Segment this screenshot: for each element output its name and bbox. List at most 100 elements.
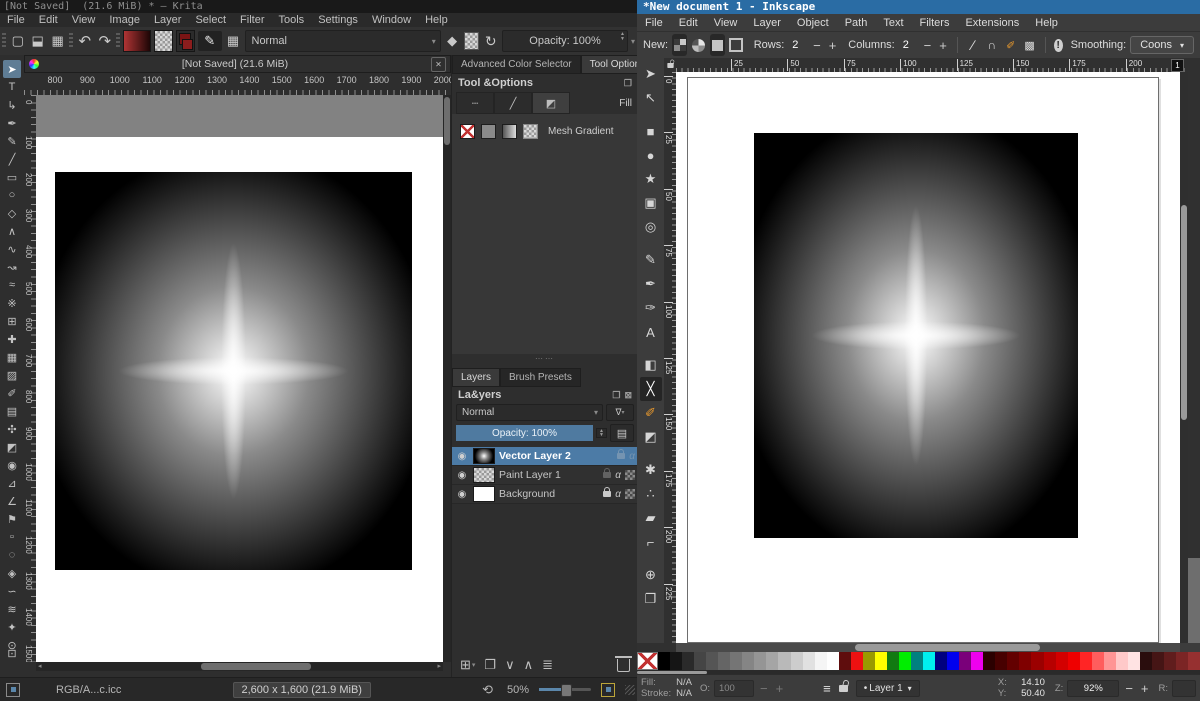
no-color-swatch[interactable] [637, 652, 658, 670]
palette-swatch[interactable] [754, 652, 766, 670]
docker-float-icon[interactable]: ❐ [612, 390, 620, 401]
docker-float-icon[interactable]: ❐ [624, 78, 632, 89]
palette-swatch[interactable] [947, 652, 959, 670]
krita-tool-icon[interactable]: ▨ [3, 366, 21, 384]
layer-visibility-icon[interactable]: ≡ [823, 681, 831, 696]
docker-resize-handle[interactable]: ⋯⋯ [452, 354, 637, 366]
palette-swatch[interactable] [1007, 652, 1019, 670]
inkscape-canvas[interactable] [676, 72, 1180, 643]
inkscape-tool-icon[interactable]: ✑ [640, 296, 662, 320]
palette-swatch[interactable] [971, 652, 983, 670]
layer-filter-button[interactable]: ∇ ▾ [606, 404, 634, 421]
layer-lock-icon[interactable] [617, 453, 625, 459]
palette-swatch[interactable] [875, 652, 887, 670]
palette-swatch[interactable] [670, 652, 682, 670]
inkscape-tool-icon[interactable]: ∴ [640, 482, 662, 506]
palette-swatch[interactable] [1116, 652, 1128, 670]
mesh-gradient-type-button[interactable] [672, 34, 687, 56]
krita-menu-item[interactable]: View [65, 14, 103, 26]
inkscape-tool-icon[interactable]: ◩ [640, 425, 662, 449]
inkscape-tool-icon[interactable]: A [640, 320, 662, 344]
palette-swatch[interactable] [899, 652, 911, 670]
krita-tool-icon[interactable]: ✎ [3, 132, 21, 150]
duplicate-layer-button[interactable]: ❐ [484, 657, 496, 673]
palette-swatch[interactable] [983, 652, 995, 670]
canvas-horizontal-scrollbar[interactable] [676, 643, 1180, 652]
inkscape-tool-icon[interactable]: ✒ [640, 272, 662, 296]
add-layer-button[interactable]: ⊞▾ [460, 657, 475, 673]
current-layer-select[interactable]: • Layer 1 ▾ [856, 680, 920, 697]
conical-gradient-type-button[interactable] [691, 34, 706, 56]
fill-target-button[interactable] [710, 34, 725, 56]
inkscape-menu-item[interactable]: Help [1027, 17, 1066, 29]
undo-icon[interactable]: ↶ [76, 31, 93, 51]
inkscape-menu-item[interactable]: Extensions [957, 17, 1027, 29]
canvas-only-mode-icon[interactable] [601, 683, 615, 697]
palette-swatch[interactable] [911, 652, 923, 670]
columns-input[interactable]: 2 [899, 38, 918, 53]
krita-tool-icon[interactable]: ↝ [3, 258, 21, 276]
krita-tool-icon[interactable]: T [3, 78, 21, 96]
inherit-alpha-icon[interactable] [625, 489, 635, 499]
palette-swatch[interactable] [1128, 652, 1140, 670]
zoom-slider[interactable] [539, 688, 591, 691]
palette-swatch[interactable] [1152, 652, 1164, 670]
toolbar-grip[interactable] [2, 33, 6, 49]
brush-blend-mode-select[interactable]: Normal ▾ [245, 30, 441, 52]
scroll-left-icon[interactable]: ◂ [38, 662, 42, 670]
palette-swatch[interactable] [851, 652, 863, 670]
krita-canvas[interactable] [36, 95, 443, 662]
krita-menu-item[interactable]: Edit [32, 14, 65, 26]
inkscape-menu-item[interactable]: Layer [745, 17, 789, 29]
layer-row-background[interactable]: ◉ Background α [452, 485, 637, 504]
spin-down-icon[interactable]: ▼ [620, 37, 625, 42]
krita-menu-item[interactable]: Tools [272, 14, 312, 26]
inkscape-tool-icon[interactable]: ✱ [640, 458, 662, 482]
rows-plus-button[interactable]: + [827, 38, 839, 53]
rotation-input[interactable] [1172, 680, 1196, 697]
layer-properties-button[interactable]: ≣ [542, 657, 553, 673]
krita-tool-icon[interactable]: ※ [3, 294, 21, 312]
redo-icon[interactable]: ↷ [96, 31, 113, 51]
inkscape-tool-icon[interactable]: ● [640, 143, 662, 167]
alpha-lock-icon[interactable]: α [629, 451, 635, 462]
palette-swatch[interactable] [815, 652, 827, 670]
pan-tool-icon[interactable]: ⊡ [3, 644, 21, 662]
krita-tool-icon[interactable]: ⊿ [3, 474, 21, 492]
inkscape-tool-icon[interactable]: ★ [640, 167, 662, 191]
pick-colors-icon[interactable]: ✐ [1003, 34, 1018, 56]
opacity-minus-button[interactable]: − [758, 681, 770, 696]
tab-brush-presets[interactable]: Brush Presets [500, 368, 581, 387]
docker-close-icon[interactable]: ⊠ [624, 390, 632, 401]
krita-tool-icon[interactable]: ▤ [3, 402, 21, 420]
layer-visibility-icon[interactable]: ◉ [455, 489, 469, 500]
fill-solid-swatch[interactable] [481, 124, 496, 139]
gradient-chooser-chip[interactable] [123, 30, 150, 52]
inkscape-tool-icon[interactable]: ╳ [640, 377, 662, 401]
new-document-icon[interactable]: ▢ [9, 31, 26, 51]
stroke-value[interactable]: N/A [676, 688, 692, 699]
toolbar-overflow-icon[interactable]: ▾ [631, 37, 635, 46]
fill-gradient-swatch[interactable] [502, 124, 517, 139]
krita-tool-icon[interactable]: ≈ [3, 276, 21, 294]
alpha-lock-icon[interactable]: α [615, 470, 621, 481]
palette-swatch[interactable] [1080, 652, 1092, 670]
tab-layers[interactable]: Layers [452, 368, 500, 387]
workspace-chooser-icon[interactable]: ▦ [225, 31, 242, 51]
palette-swatch[interactable] [1068, 652, 1080, 670]
krita-tool-icon[interactable]: ▫ [3, 528, 21, 546]
layer-lock-icon[interactable] [603, 491, 611, 497]
canvas-horizontal-scrollbar[interactable]: ◂ ▸ [36, 662, 443, 671]
opacity-slider[interactable]: Opacity: 100% ▲ ▼ [502, 30, 628, 52]
layer-row-paint-layer-1[interactable]: ◉ Paint Layer 1 α [452, 466, 637, 485]
palette-swatch[interactable] [1176, 652, 1188, 670]
krita-menu-item[interactable]: Select [188, 14, 233, 26]
palette-swatch[interactable] [1092, 652, 1104, 670]
palette-swatch[interactable] [1164, 652, 1176, 670]
palette-swatch[interactable] [1031, 652, 1043, 670]
inkscape-tool-icon[interactable]: ✐ [640, 401, 662, 425]
scroll-right-icon[interactable]: ▸ [437, 662, 441, 670]
zoom-input[interactable]: 92% [1067, 680, 1119, 697]
reset-rotation-icon[interactable]: ⟲ [482, 682, 493, 698]
inkscape-menu-item[interactable]: Object [789, 17, 837, 29]
